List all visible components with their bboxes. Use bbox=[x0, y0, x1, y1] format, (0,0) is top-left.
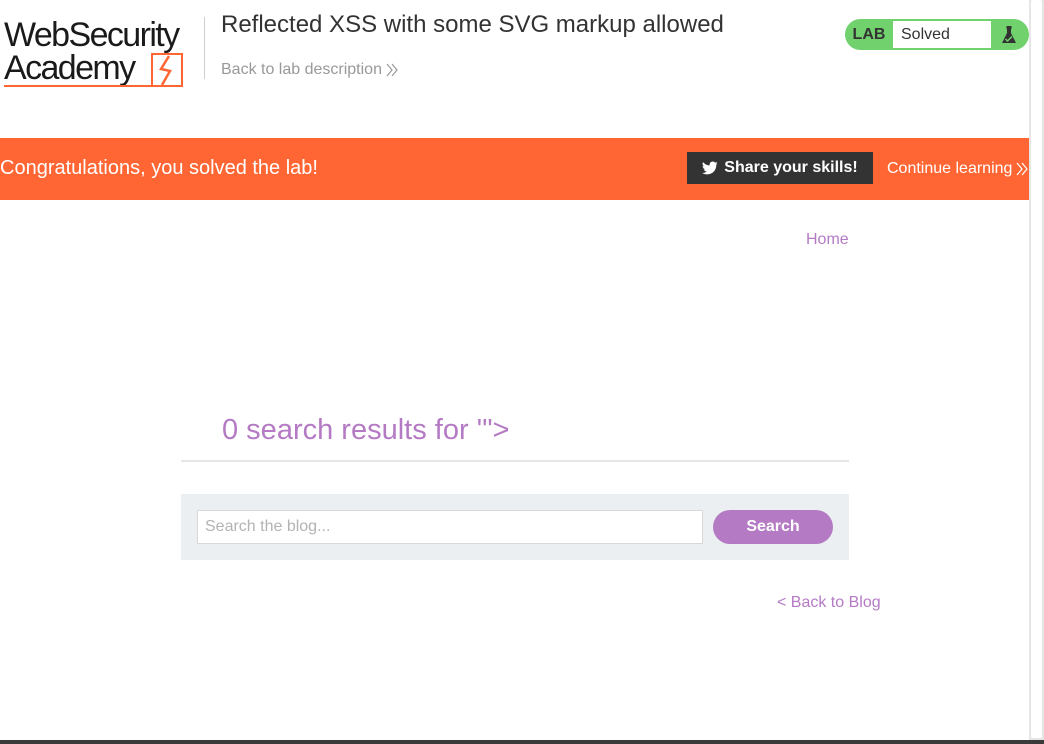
lab-title: Reflected XSS with some SVG markup allow… bbox=[221, 11, 724, 38]
continue-learning-label: Continue learning bbox=[887, 160, 1013, 177]
continue-learning-link[interactable]: Continue learning bbox=[887, 160, 1029, 178]
logo-lightning-mark bbox=[4, 53, 183, 87]
double-chevron-right-icon bbox=[386, 63, 398, 77]
share-skills-button[interactable]: Share your skills! bbox=[687, 152, 873, 184]
back-to-lab-description-label: Back to lab description bbox=[221, 61, 382, 78]
divider bbox=[181, 460, 849, 462]
search-results-heading: 0 search results for '"> bbox=[222, 414, 510, 446]
share-skills-label: Share your skills! bbox=[724, 159, 858, 176]
header-divider bbox=[204, 17, 205, 79]
search-form: Search bbox=[181, 494, 849, 560]
lab-status-text: Solved bbox=[893, 21, 991, 48]
nav-home-link[interactable]: Home bbox=[806, 231, 849, 249]
solved-banner: Congratulations, you solved the lab! Sha… bbox=[0, 138, 1029, 200]
back-to-blog-link[interactable]: < Back to Blog bbox=[777, 594, 881, 612]
twitter-icon bbox=[702, 161, 718, 175]
search-button[interactable]: Search bbox=[713, 510, 833, 544]
window-bottom-edge bbox=[0, 740, 1044, 744]
lab-status-widget: LAB Solved bbox=[845, 19, 1029, 50]
congratulations-message: Congratulations, you solved the lab! bbox=[0, 157, 318, 179]
lab-status-label: LAB bbox=[852, 25, 886, 43]
scrollbar-thumb[interactable] bbox=[1031, 0, 1042, 738]
flask-icon bbox=[991, 19, 1027, 50]
back-to-lab-description-link[interactable]: Back to lab description bbox=[221, 61, 398, 79]
search-input[interactable] bbox=[197, 510, 703, 544]
web-security-academy-logo[interactable]: WebSecurity Academy bbox=[2, 16, 202, 90]
double-chevron-right-icon bbox=[1016, 162, 1029, 176]
